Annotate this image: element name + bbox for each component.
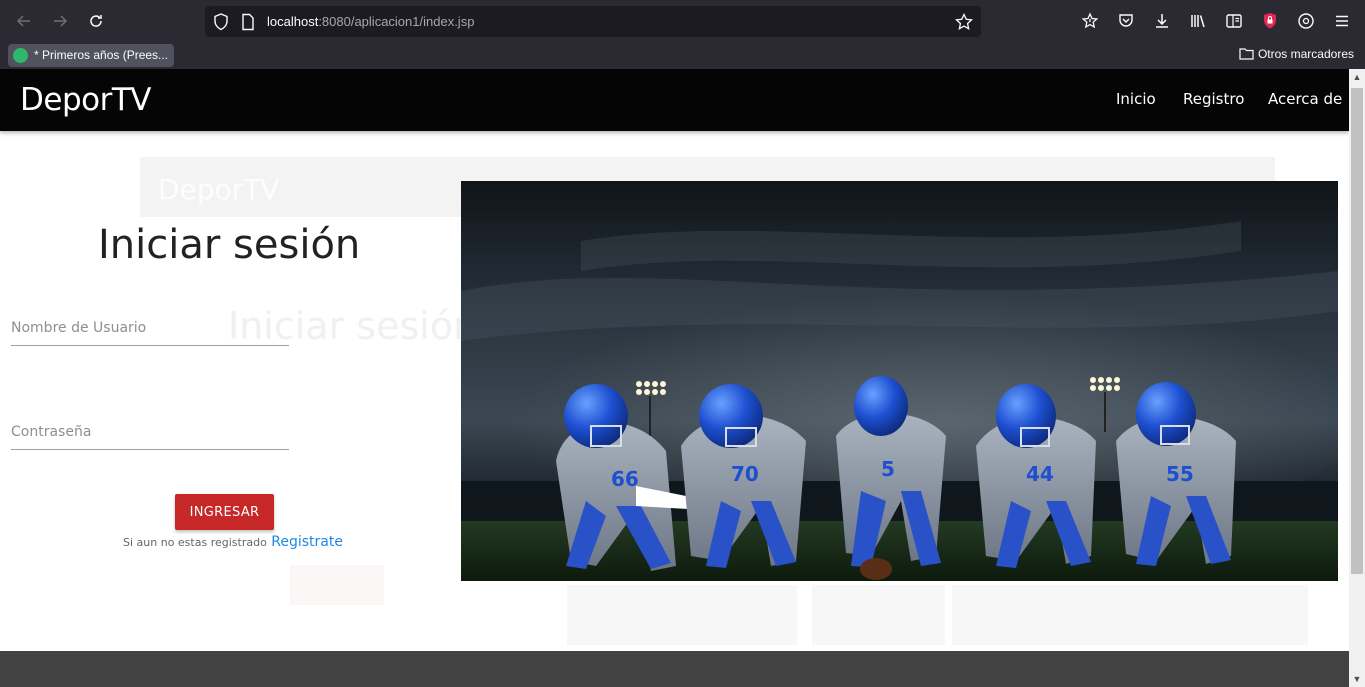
- username-input[interactable]: [11, 310, 289, 345]
- footer-bar: [0, 651, 1349, 687]
- jersey-number: 66: [611, 467, 639, 491]
- password-field[interactable]: [11, 414, 289, 450]
- bookmarks-bar: * Primeros años (Prees... Otros marcador…: [0, 42, 1365, 69]
- url-text[interactable]: localhost:8080/aplicacion1/index.jsp: [267, 14, 474, 29]
- extension-lock-icon[interactable]: [1260, 11, 1280, 31]
- other-bookmarks-label: Otros marcadores: [1257, 47, 1354, 61]
- star-icon[interactable]: [955, 12, 973, 31]
- forward-icon[interactable]: [48, 9, 72, 33]
- bookmark-item[interactable]: * Primeros años (Prees...: [8, 44, 175, 67]
- menu-icon[interactable]: [1332, 11, 1352, 31]
- username-field[interactable]: [11, 310, 289, 346]
- download-icon[interactable]: [1152, 11, 1172, 31]
- scroll-down-icon[interactable]: ▼: [1349, 671, 1365, 687]
- page-icon[interactable]: [241, 13, 259, 31]
- site-navbar: DeporTV Inicio Registro Acerca de: [0, 69, 1349, 131]
- back-icon[interactable]: [12, 9, 36, 33]
- pocket-icon[interactable]: [1116, 11, 1136, 31]
- register-link[interactable]: Registrate: [271, 534, 343, 550]
- other-bookmarks[interactable]: Otros marcadores: [1239, 47, 1354, 61]
- register-line: Si aun no estas registrado Registrate: [123, 533, 343, 551]
- jersey-number: 70: [731, 462, 759, 486]
- url-bar[interactable]: localhost:8080/aplicacion1/index.jsp: [205, 6, 981, 37]
- reader-view-icon[interactable]: [1224, 11, 1244, 31]
- ghost-strip: [952, 585, 1308, 645]
- ghost-strip: [812, 585, 945, 645]
- library-icon[interactable]: [1188, 11, 1208, 31]
- login-title: Iniciar sesión: [98, 222, 361, 268]
- register-prompt: Si aun no estas registrado: [123, 536, 267, 549]
- scroll-thumb[interactable]: [1351, 88, 1363, 574]
- nav-link-inicio[interactable]: Inicio: [1116, 90, 1156, 108]
- shield-icon[interactable]: [213, 13, 231, 31]
- page-scrollbar[interactable]: ▲ ▼: [1349, 69, 1365, 687]
- page-viewport: DeporTV Iniciar sesión DeporTV Inicio Re…: [0, 69, 1349, 687]
- bookmark-label: * Primeros años (Prees...: [34, 48, 169, 62]
- hero-image: 66 70 5 44 55: [461, 181, 1338, 581]
- jersey-number: 55: [1166, 462, 1194, 486]
- folder-icon: [1239, 48, 1254, 60]
- ghost-strip: [567, 585, 797, 645]
- nav-link-acerca[interactable]: Acerca de: [1268, 90, 1342, 108]
- nav-link-registro[interactable]: Registro: [1183, 90, 1244, 108]
- site-brand[interactable]: DeporTV: [20, 82, 151, 118]
- password-input[interactable]: [11, 414, 289, 449]
- pocket-save-icon[interactable]: [1080, 11, 1100, 31]
- scroll-up-icon[interactable]: ▲: [1349, 69, 1365, 85]
- account-icon[interactable]: [1296, 11, 1316, 31]
- ghost-button: [290, 565, 384, 605]
- reload-icon[interactable]: [84, 9, 108, 33]
- jersey-number: 5: [881, 457, 895, 481]
- ghost-brand: DeporTV: [158, 173, 280, 206]
- jersey-number: 44: [1026, 462, 1054, 486]
- browser-toolbar: localhost:8080/aplicacion1/index.jsp: [0, 0, 1365, 42]
- bookmark-favicon-icon: [13, 48, 28, 63]
- login-button[interactable]: INGRESAR: [175, 494, 274, 530]
